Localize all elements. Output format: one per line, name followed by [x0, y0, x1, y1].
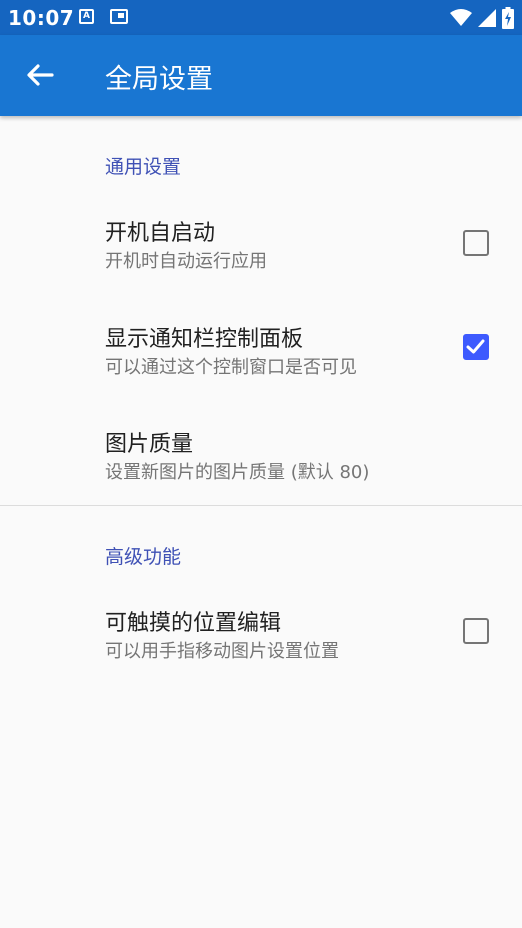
status-bar: 10:07 A [0, 0, 522, 35]
pref-autostart[interactable]: 开机自启动 开机时自动运行应用 [0, 196, 522, 286]
pref-image-quality[interactable]: 图片质量 设置新图片的图片质量 (默认 80) [0, 410, 522, 500]
pref-title: 显示通知栏控制面板 [105, 327, 304, 352]
autostart-checkbox[interactable] [463, 230, 489, 256]
pref-summary: 可以通过这个控制窗口是否可见 [105, 357, 357, 378]
wifi-icon [450, 9, 472, 26]
pref-notification-panel[interactable]: 显示通知栏控制面板 可以通过这个控制窗口是否可见 [0, 305, 522, 395]
pref-summary: 开机时自动运行应用 [105, 251, 267, 272]
status-time: 10:07 [8, 6, 75, 30]
signal-icon [478, 9, 496, 27]
pref-title: 可触摸的位置编辑 [105, 611, 282, 636]
touch-position-edit-checkbox[interactable] [463, 618, 489, 644]
pref-title: 开机自启动 [105, 221, 216, 246]
pref-touch-position-edit[interactable]: 可触摸的位置编辑 可以用手指移动图片设置位置 [0, 590, 522, 680]
section-divider [0, 505, 522, 506]
system-icons [450, 7, 514, 29]
arrow-back-icon[interactable] [22, 57, 58, 93]
pref-title: 图片质量 [105, 432, 194, 457]
battery-icon [502, 7, 514, 29]
page-title: 全局设置 [105, 64, 213, 95]
check-icon [466, 339, 485, 354]
card-icon [110, 9, 128, 24]
pref-summary: 可以用手指移动图片设置位置 [105, 641, 339, 662]
section-header-general: 通用设置 [105, 156, 182, 178]
notification-panel-checkbox[interactable] [463, 334, 489, 360]
pref-summary: 设置新图片的图片质量 (默认 80) [105, 462, 370, 483]
app-bar: 全局设置 [0, 35, 522, 116]
a-icon: A [79, 9, 94, 24]
section-header-advanced: 高级功能 [105, 546, 182, 568]
